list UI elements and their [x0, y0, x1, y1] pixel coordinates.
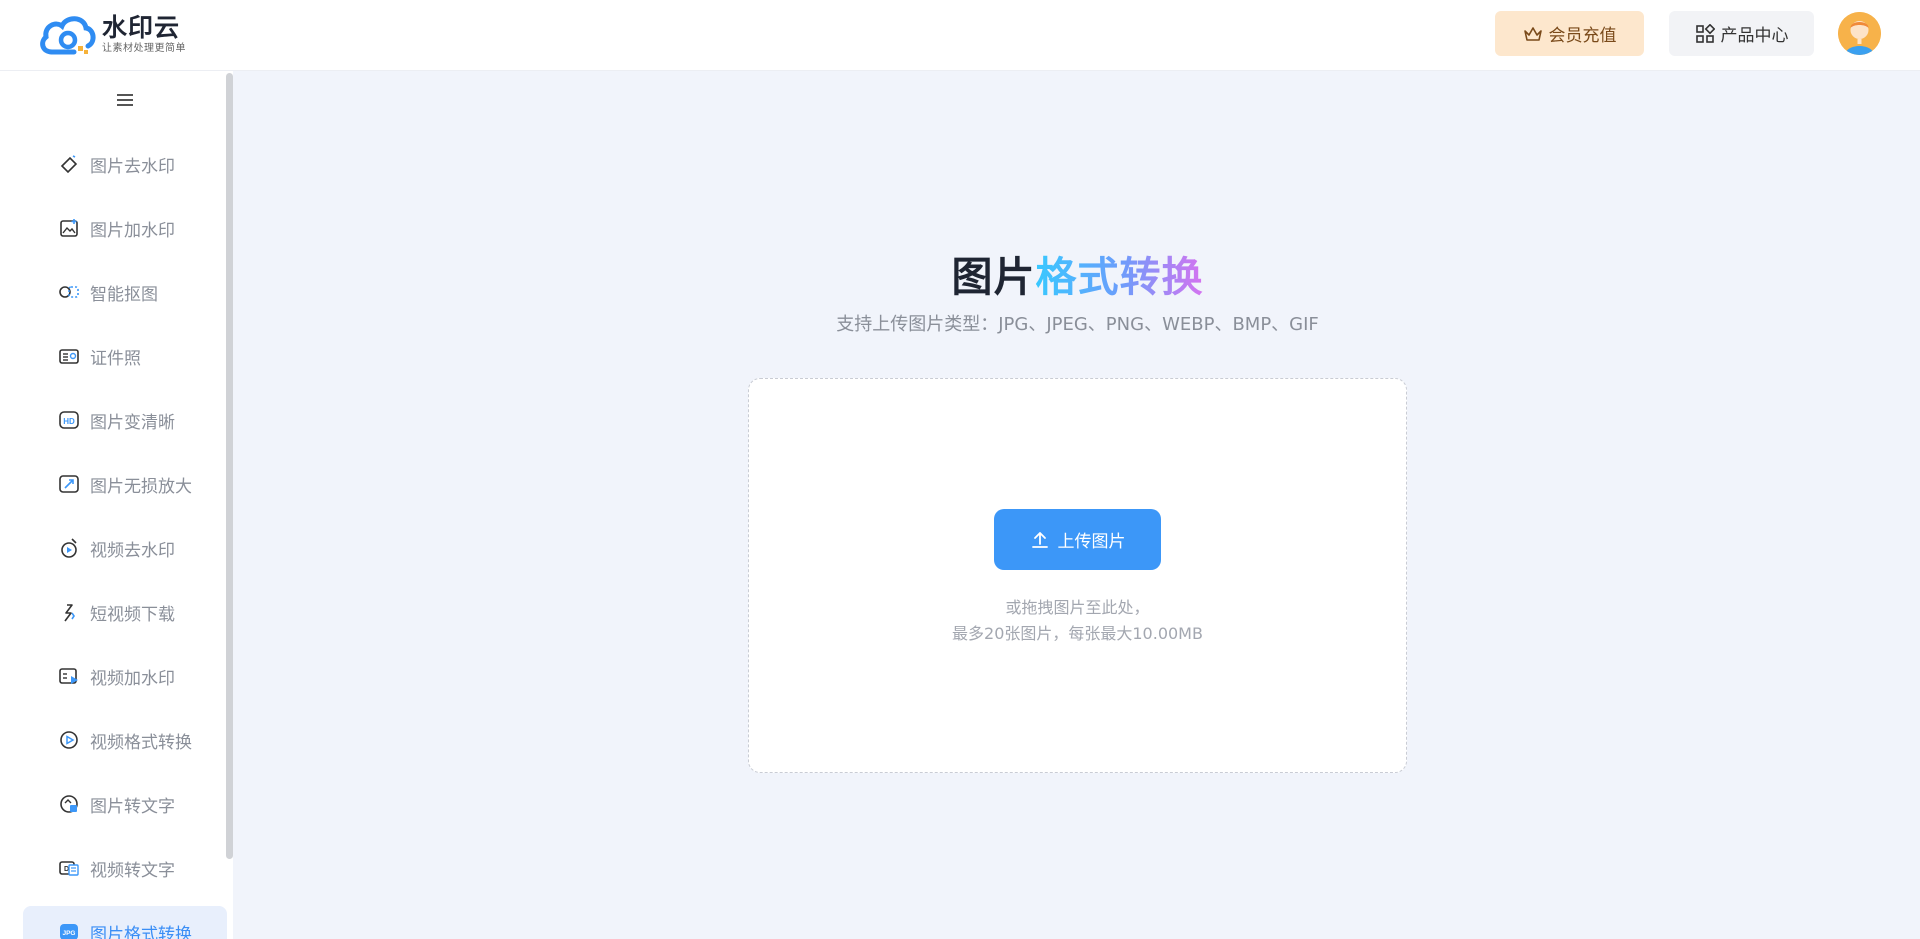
image-ocr-icon [58, 793, 80, 815]
supported-formats-text: 支持上传图片类型：JPG、JPEG、PNG、WEBP、BMP、GIF [836, 314, 1319, 335]
video-eraser-icon [58, 537, 80, 559]
brand-name: 水印云 [102, 12, 181, 42]
svg-text:HD: HD [63, 417, 75, 426]
top-header: 水印云 让素材处理更简单 会员充值 产品中心 [0, 0, 1920, 71]
video-ocr-icon: D [58, 857, 80, 879]
page-title-part2: 格式转换 [1035, 253, 1204, 301]
drag-hint-text: 或拖拽图片至此处， [1005, 598, 1150, 617]
image-add-icon [58, 217, 80, 239]
upload-image-label: 上传图片 [1057, 532, 1126, 552]
id-card-icon [58, 345, 80, 367]
sidebar-item-video-to-text[interactable]: D 视频转文字 [23, 842, 227, 894]
menu-toggle-icon[interactable] [114, 89, 136, 111]
sidebar-item-label: 视频转文字 [90, 860, 175, 881]
cloud-logo-icon [40, 16, 96, 55]
sidebar-item-label: 图片变清晰 [90, 412, 175, 433]
sidebar-item-label: 视频格式转换 [90, 732, 192, 753]
avatar-image-icon [1838, 12, 1881, 55]
sidebar-item-image-enhance[interactable]: HD 图片变清晰 [23, 394, 227, 446]
sidebar-item-lossless-enlarge[interactable]: 图片无损放大 [23, 458, 227, 510]
apps-grid-icon [1695, 23, 1715, 43]
sidebar-item-label: 证件照 [90, 348, 141, 369]
enlarge-icon [58, 473, 80, 495]
sidebar-item-video-format-convert[interactable]: 视频格式转换 [23, 714, 227, 766]
vip-recharge-label: 会员充值 [1548, 26, 1617, 46]
sidebar-item-label: 图片格式转换 [90, 924, 192, 939]
upload-icon [1031, 531, 1048, 548]
jpg-icon: JPG [58, 921, 80, 939]
page-title: 图片格式转换 [0, 243, 1920, 303]
sidebar-item-video-remove-watermark[interactable]: 视频去水印 [23, 522, 227, 574]
sidebar-item-label: 视频加水印 [90, 668, 175, 689]
upload-limit-text: 最多20张图片，每张最大10.00MB [952, 624, 1203, 643]
product-center-button[interactable]: 产品中心 [1669, 11, 1814, 56]
sidebar-item-label: 视频去水印 [90, 540, 175, 561]
crown-icon [1523, 26, 1542, 41]
brand-slogan: 让素材处理更简单 [102, 42, 186, 54]
video-convert-icon [58, 729, 80, 751]
vip-recharge-button[interactable]: 会员充值 [1495, 11, 1644, 56]
hd-icon: HD [58, 409, 80, 431]
sidebar-item-video-add-watermark[interactable]: 视频加水印 [23, 650, 227, 702]
sidebar-item-image-to-text[interactable]: 图片转文字 [23, 778, 227, 830]
sidebar-item-label: 图片转文字 [90, 796, 175, 817]
video-add-icon [58, 665, 80, 687]
sidebar-item-id-photo[interactable]: 证件照 [23, 330, 227, 382]
brand-logo[interactable]: 水印云 让素材处理更简单 [38, 12, 186, 56]
sidebar-item-image-format-convert[interactable]: JPG 图片格式转换 [23, 906, 227, 939]
upload-dropzone[interactable] [748, 378, 1407, 773]
page-title-part1: 图片 [951, 253, 1036, 301]
user-avatar[interactable] [1838, 12, 1881, 55]
sidebar-item-label: 图片去水印 [90, 156, 175, 177]
product-center-label: 产品中心 [1720, 26, 1789, 46]
upload-image-button[interactable]: 上传图片 [994, 509, 1161, 570]
sidebar-item-label: 图片加水印 [90, 220, 175, 241]
sidebar-item-image-remove-watermark[interactable]: 图片去水印 [23, 138, 227, 190]
sidebar-scrollbar[interactable] [226, 73, 233, 859]
svg-text:JPG: JPG [62, 930, 75, 937]
sidebar-item-label: 图片无损放大 [90, 476, 192, 497]
eraser-icon [58, 153, 80, 175]
